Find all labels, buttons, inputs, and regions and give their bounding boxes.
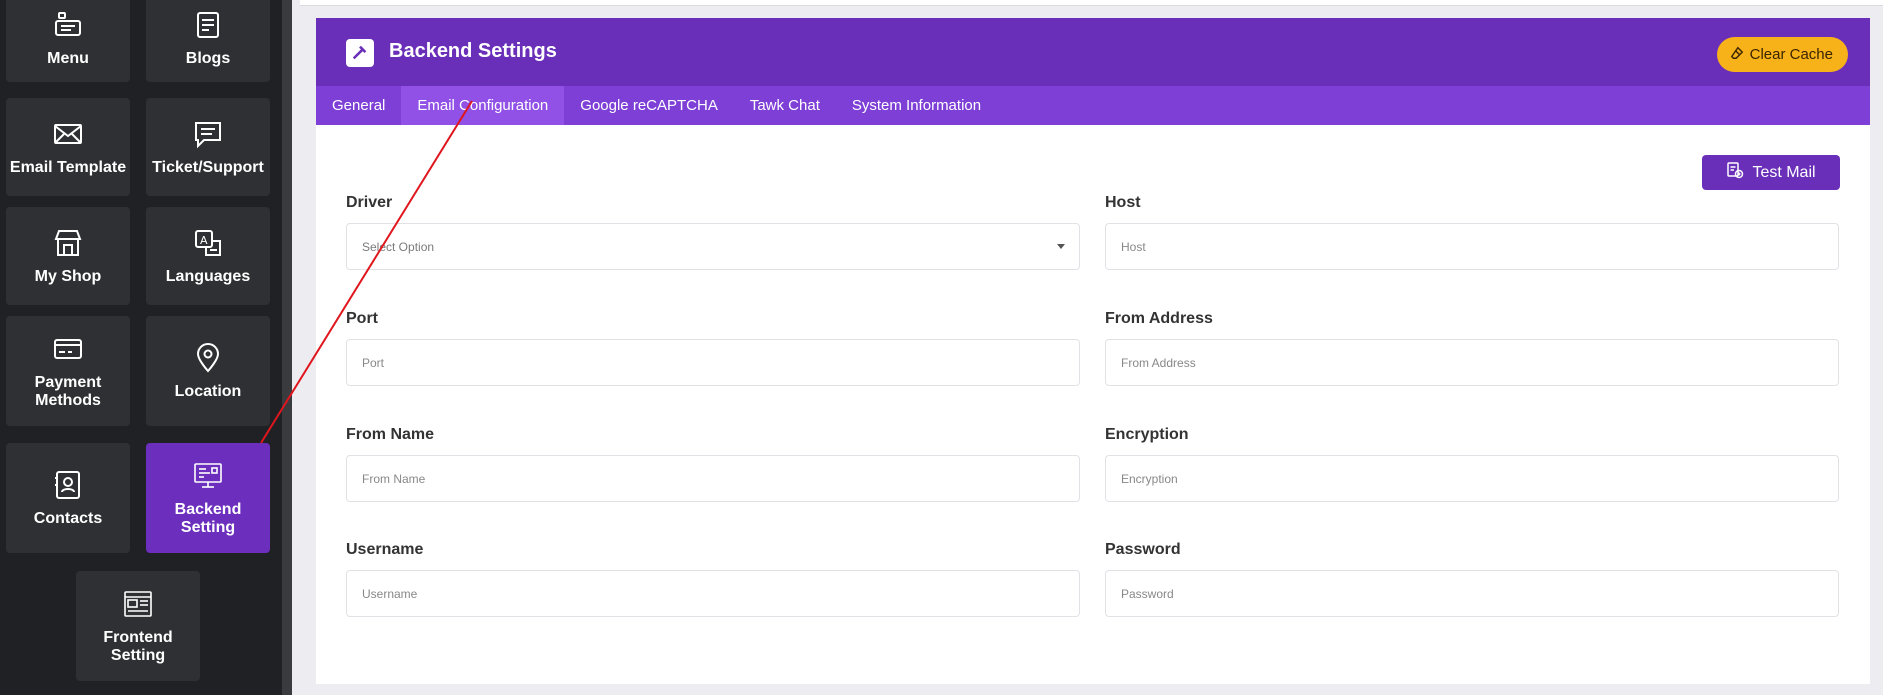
port-input[interactable]	[362, 355, 1008, 370]
page-title: Backend Settings	[389, 40, 557, 62]
from-name-label: From Name	[346, 426, 435, 443]
driver-field: Driver Select Option	[346, 194, 1080, 270]
from-name-field: From Name	[346, 426, 1080, 502]
driver-select-value: Select Option	[362, 239, 435, 254]
sidebar-item-languages[interactable]: A Languages	[146, 207, 270, 305]
sidebar-item-email-template[interactable]: Email Template	[6, 98, 130, 196]
settings-tabs: General Email Configuration Google reCAP…	[316, 86, 1870, 125]
username-field: Username	[346, 541, 1080, 617]
sidebar-item-label: My Shop	[34, 268, 102, 285]
port-field: Port	[346, 310, 1080, 386]
hammer-icon	[346, 39, 374, 67]
clear-cache-button[interactable]: Clear Cache	[1716, 37, 1848, 72]
host-label: Host	[1105, 194, 1141, 211]
password-label: Password	[1105, 541, 1181, 558]
location-pin-icon	[191, 341, 225, 375]
chevron-down-icon	[1057, 244, 1065, 249]
sidebar-item-frontend-setting[interactable]: Frontend Setting	[76, 571, 200, 681]
shop-icon	[51, 226, 85, 260]
tab-google-recaptcha[interactable]: Google reCAPTCHA	[564, 86, 734, 125]
tab-email-configuration[interactable]: Email Configuration	[401, 86, 565, 125]
mail-settings-icon	[1726, 161, 1744, 184]
sidebar-item-backend-setting[interactable]: Backend Setting	[146, 443, 270, 553]
sidebar-item-label: Ticket/Support	[152, 159, 264, 176]
sidebar-item-label: Backend Setting	[174, 501, 242, 536]
translate-icon: A	[191, 226, 225, 260]
sidebar-item-blogs[interactable]: Blogs	[146, 0, 270, 82]
port-label: Port	[346, 310, 378, 327]
sidebar-item-label: Languages	[165, 268, 251, 285]
chat-icon	[191, 117, 225, 151]
sidebar-item-label: Frontend Setting	[103, 629, 173, 664]
sidebar-item-label: Location	[174, 383, 242, 400]
driver-label: Driver	[346, 194, 393, 211]
svg-text:A: A	[200, 234, 208, 247]
sidebar-item-label: Email Template	[9, 159, 127, 176]
from-address-field: From Address	[1105, 310, 1839, 386]
sidebar-item-label: Blogs	[185, 50, 231, 67]
top-bar-edge	[300, 0, 1883, 6]
contact-book-icon	[51, 468, 85, 502]
sidebar-item-ticket-support[interactable]: Ticket/Support	[146, 98, 270, 196]
password-field: Password	[1105, 541, 1839, 617]
tab-tawk-chat[interactable]: Tawk Chat	[734, 86, 836, 125]
encryption-input[interactable]	[1121, 471, 1767, 486]
test-mail-label: Test Mail	[1752, 163, 1816, 181]
host-input[interactable]	[1121, 239, 1767, 254]
encryption-field: Encryption	[1105, 426, 1839, 502]
settings-header: Backend Settings Clear Cache	[316, 18, 1870, 86]
username-label: Username	[346, 541, 424, 558]
sidebar-item-my-shop[interactable]: My Shop	[6, 207, 130, 305]
tab-system-information[interactable]: System Information	[836, 86, 997, 125]
sidebar-item-label: Menu	[47, 50, 89, 67]
menu-icon	[51, 8, 85, 42]
sidebar-scrollbar[interactable]	[282, 0, 292, 695]
encryption-label: Encryption	[1105, 426, 1189, 443]
backend-settings-card: Backend Settings Clear Cache General Ema…	[316, 18, 1870, 684]
host-field: Host	[1105, 194, 1839, 270]
sidebar: Menu Blogs Email Template Ticket/Support…	[0, 0, 282, 695]
from-address-label: From Address	[1105, 310, 1213, 327]
password-input[interactable]	[1121, 586, 1767, 601]
tab-general[interactable]: General	[316, 86, 401, 125]
from-name-input[interactable]	[362, 471, 1008, 486]
sidebar-item-contacts[interactable]: Contacts	[6, 443, 130, 553]
envelope-icon	[51, 117, 85, 151]
driver-select[interactable]: Select Option	[346, 223, 1080, 270]
sidebar-item-label: Contacts	[33, 510, 103, 527]
monitor-code-icon	[191, 459, 225, 493]
from-address-input[interactable]	[1121, 355, 1767, 370]
blog-icon	[191, 8, 225, 42]
sidebar-item-payment-methods[interactable]: Payment Methods	[6, 316, 130, 426]
sidebar-item-label: Payment Methods	[34, 374, 102, 409]
sidebar-item-menu[interactable]: Menu	[6, 0, 130, 82]
test-mail-button[interactable]: Test Mail	[1702, 155, 1840, 190]
layout-icon	[121, 587, 155, 621]
card-icon	[51, 332, 85, 366]
username-input[interactable]	[362, 586, 1008, 601]
eraser-icon	[1730, 46, 1744, 64]
clear-cache-label: Clear Cache	[1749, 46, 1833, 63]
sidebar-item-location[interactable]: Location	[146, 316, 270, 426]
